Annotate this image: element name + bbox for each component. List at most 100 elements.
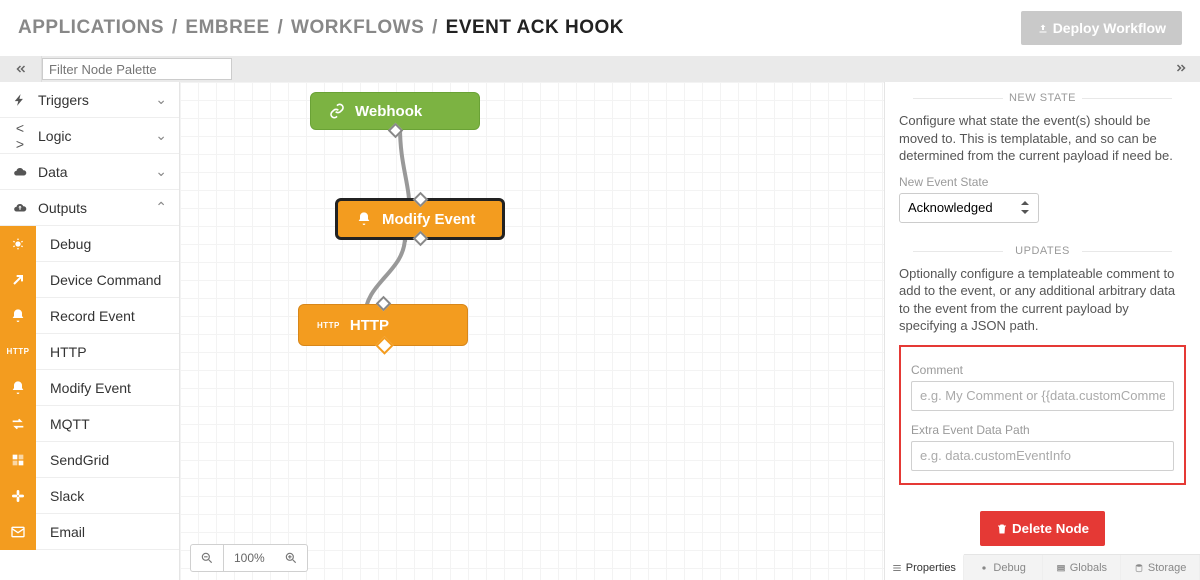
palette-item-label: Slack xyxy=(36,488,84,504)
upload-icon xyxy=(1037,23,1049,35)
sendgrid-icon xyxy=(10,452,26,468)
filter-node-palette-input[interactable] xyxy=(42,58,232,80)
tab-label: Globals xyxy=(1070,562,1107,574)
new-event-state-select[interactable]: Acknowledged xyxy=(899,193,1039,223)
palette-item-label: SendGrid xyxy=(36,452,109,468)
category-data[interactable]: Data ⌄ xyxy=(0,154,179,190)
bolt-icon xyxy=(12,93,28,107)
node-http-label: HTTP xyxy=(350,317,389,334)
node-modify-event[interactable]: Modify Event xyxy=(335,198,505,240)
category-outputs-label: Outputs xyxy=(38,200,87,216)
properties-panel: NEW STATE Configure what state the event… xyxy=(884,82,1200,580)
tab-properties[interactable]: Properties xyxy=(885,554,964,580)
bell-icon xyxy=(10,380,26,396)
category-logic[interactable]: < > Logic ⌄ xyxy=(0,118,179,154)
collapse-rightpanel-button[interactable] xyxy=(1172,61,1200,77)
mail-icon xyxy=(10,524,26,540)
zoom-out-button[interactable] xyxy=(191,544,223,572)
category-data-label: Data xyxy=(38,164,68,180)
node-modify-event-label: Modify Event xyxy=(382,211,475,228)
node-palette: Triggers ⌄ < > Logic ⌄ Data ⌄ Outputs ⌃ … xyxy=(0,82,180,580)
chevron-up-icon: ⌃ xyxy=(155,199,167,216)
palette-item-mqtt[interactable]: MQTT xyxy=(0,406,179,442)
tab-globals[interactable]: Globals xyxy=(1043,555,1122,580)
tab-label: Debug xyxy=(993,562,1025,574)
link-icon xyxy=(329,103,345,119)
extra-event-data-path-input[interactable] xyxy=(911,441,1174,471)
breadcrumb-workflows[interactable]: WORKFLOWS xyxy=(291,17,424,38)
node-port-in[interactable] xyxy=(376,296,392,312)
category-triggers[interactable]: Triggers ⌄ xyxy=(0,82,179,118)
category-outputs[interactable]: Outputs ⌃ xyxy=(0,190,179,226)
breadcrumb-current: EVENT ACK HOOK xyxy=(446,17,624,38)
chevrons-right-icon xyxy=(1174,62,1188,74)
chevron-down-icon: ⌄ xyxy=(155,127,167,144)
section-new-state: NEW STATE xyxy=(899,92,1186,104)
palette-item-label: HTTP xyxy=(36,344,87,360)
palette-item-label: Device Command xyxy=(36,272,161,288)
node-port-out[interactable] xyxy=(388,123,404,139)
zoom-level: 100% xyxy=(223,544,275,572)
palette-item-device-command[interactable]: Device Command xyxy=(0,262,179,298)
breadcrumb-embree[interactable]: EMBREE xyxy=(185,17,269,38)
delete-node-button[interactable]: Delete Node xyxy=(980,511,1105,546)
zoom-controls: 100% xyxy=(190,544,308,572)
updates-highlight-box: Comment Extra Event Data Path xyxy=(899,345,1186,485)
http-icon: HTTP xyxy=(7,347,30,356)
palette-item-sendgrid[interactable]: SendGrid xyxy=(0,442,179,478)
node-webhook[interactable]: Webhook xyxy=(310,92,480,130)
comment-input[interactable] xyxy=(911,381,1174,411)
bell-icon xyxy=(356,211,372,227)
chevron-down-icon: ⌄ xyxy=(155,163,167,180)
list-icon xyxy=(892,563,902,573)
workflow-canvas[interactable]: Webhook Modify Event HTTP HTTP 100% xyxy=(180,82,884,580)
node-webhook-label: Webhook xyxy=(355,103,422,120)
updates-description: Optionally configure a templateable comm… xyxy=(899,265,1186,335)
palette-item-debug[interactable]: Debug xyxy=(0,226,179,262)
chevrons-left-icon xyxy=(14,63,28,75)
breadcrumb: APPLICATIONS / EMBREE / WORKFLOWS / EVEN… xyxy=(18,17,624,39)
code-icon: < > xyxy=(12,120,28,152)
zoom-in-button[interactable] xyxy=(275,544,307,572)
collapse-sidebar-button[interactable] xyxy=(0,56,42,82)
palette-item-label: Debug xyxy=(36,236,91,252)
breadcrumb-applications[interactable]: APPLICATIONS xyxy=(18,17,164,38)
bug-icon xyxy=(979,563,989,573)
cloud-icon xyxy=(12,165,28,179)
database-icon xyxy=(1134,563,1144,573)
palette-item-email[interactable]: Email xyxy=(0,514,179,550)
section-updates: UPDATES xyxy=(899,245,1186,257)
cloud-upload-icon xyxy=(12,201,28,215)
arrow-up-right-icon xyxy=(10,272,26,288)
extra-path-field-label: Extra Event Data Path xyxy=(911,423,1174,437)
chevron-down-icon: ⌄ xyxy=(155,91,167,108)
deploy-workflow-button[interactable]: Deploy Workflow xyxy=(1021,11,1182,45)
palette-item-slack[interactable]: Slack xyxy=(0,478,179,514)
new-state-field-label: New Event State xyxy=(899,175,1186,189)
node-port-out[interactable] xyxy=(375,336,393,354)
zoom-in-icon xyxy=(284,551,298,565)
stack-icon xyxy=(1056,563,1066,573)
http-icon: HTTP xyxy=(317,321,340,330)
new-state-description: Configure what state the event(s) should… xyxy=(899,112,1186,165)
node-port-out[interactable] xyxy=(413,231,429,247)
tab-debug[interactable]: Debug xyxy=(964,555,1043,580)
comment-field-label: Comment xyxy=(911,363,1174,377)
slack-icon xyxy=(10,488,26,504)
category-triggers-label: Triggers xyxy=(38,92,89,108)
category-logic-label: Logic xyxy=(38,128,71,144)
palette-item-http[interactable]: HTTP HTTP xyxy=(0,334,179,370)
node-http[interactable]: HTTP HTTP xyxy=(298,304,468,346)
tab-label: Storage xyxy=(1148,562,1187,574)
bell-icon xyxy=(10,308,26,324)
swap-icon xyxy=(10,416,26,432)
node-port-in[interactable] xyxy=(413,192,429,208)
tab-storage[interactable]: Storage xyxy=(1121,555,1200,580)
palette-item-modify-event[interactable]: Modify Event xyxy=(0,370,179,406)
palette-item-record-event[interactable]: Record Event xyxy=(0,298,179,334)
palette-item-label: MQTT xyxy=(36,416,90,432)
trash-icon xyxy=(996,523,1008,535)
tab-label: Properties xyxy=(906,562,956,574)
palette-item-label: Modify Event xyxy=(36,380,131,396)
bug-icon xyxy=(10,236,26,252)
